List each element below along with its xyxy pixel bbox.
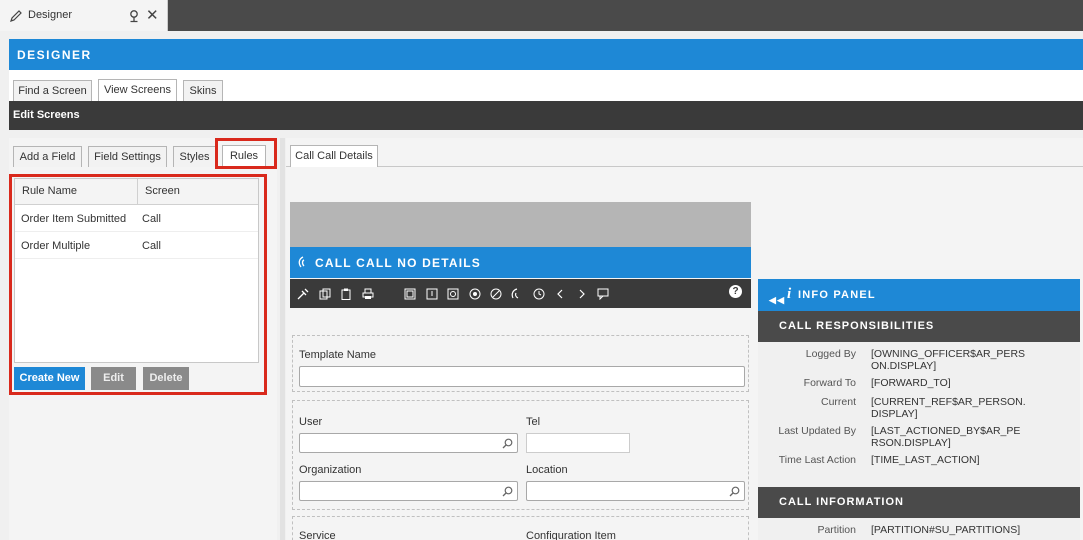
info-icon: i <box>787 286 793 302</box>
search-icon[interactable] <box>502 438 513 449</box>
call-information-header: CALL INFORMATION <box>758 487 1080 518</box>
chevron-left-icon[interactable] <box>554 288 566 300</box>
phone-forward-icon[interactable] <box>511 288 523 300</box>
organization-label: Organization <box>299 464 362 476</box>
user-field[interactable] <box>299 433 518 453</box>
tab-skins[interactable]: Skins <box>183 80 223 101</box>
rules-tab-highlight <box>215 138 277 169</box>
tab-add-a-field[interactable]: Add a Field <box>13 146 82 167</box>
main-tabs: Find a Screen View Screens Skins <box>9 70 1083 101</box>
partition-label: Partition <box>817 524 856 536</box>
help-icon[interactable]: ? <box>729 285 742 298</box>
logged-by-label: Logged By <box>805 348 856 360</box>
print-icon[interactable] <box>362 288 374 300</box>
search-icon[interactable] <box>502 486 513 497</box>
document-tab-title: Designer <box>28 9 73 21</box>
close-icon[interactable]: ✕ <box>146 6 159 24</box>
call-responsibilities-header: CALL RESPONSIBILITIES <box>758 311 1080 342</box>
tools-icon[interactable] <box>297 288 309 300</box>
service-label: Service <box>299 530 336 540</box>
call-toolbar <box>290 279 751 308</box>
document-icon[interactable] <box>404 288 416 300</box>
designer-document-tab[interactable]: Designer ✕ <box>0 0 168 31</box>
tab-field-settings[interactable]: Field Settings <box>88 146 167 167</box>
info-panel-title: INFO PANEL <box>798 289 876 301</box>
collapse-icon[interactable]: ◀◀ <box>769 295 785 306</box>
designer-title: DESIGNER <box>9 39 1083 70</box>
partition-value: [PARTITION#SU_PARTITIONS] <box>871 524 1021 536</box>
tab-call-call-details[interactable]: Call Call Details <box>290 145 378 167</box>
tel-label: Tel <box>526 416 541 428</box>
last-updated-by-value: [LAST_ACTIONED_BY$AR_PERSON.DISPLAY] <box>871 425 1021 449</box>
edit-screens-bar: Edit Screens <box>9 101 1083 130</box>
template-name-field[interactable] <box>299 366 745 387</box>
time-last-action-label: Time Last Action <box>778 454 856 466</box>
attachment-icon[interactable] <box>426 288 438 300</box>
tab-underline <box>286 166 1083 167</box>
forward-to-label: Forward To <box>803 377 856 389</box>
panel-splitter[interactable] <box>280 138 285 540</box>
link-icon[interactable] <box>490 288 502 300</box>
user-label: User <box>299 416 323 428</box>
logged-by-value: [OWNING_OFFICER$AR_PERSON.DISPLAY] <box>871 348 1026 372</box>
camera-icon[interactable] <box>447 288 459 300</box>
tab-view-screens[interactable]: View Screens <box>98 79 177 101</box>
search-icon[interactable] <box>729 486 740 497</box>
info-panel-header: ◀◀ i INFO PANEL <box>758 279 1080 311</box>
configuration-item-label: Configuration Item <box>526 530 616 540</box>
pencil-icon <box>10 10 22 22</box>
location-field[interactable] <box>526 481 745 501</box>
target-icon[interactable] <box>469 288 481 300</box>
call-panel-title: CALL CALL NO DETAILS <box>290 247 751 278</box>
template-name-label: Template Name <box>299 349 377 361</box>
screen-banner <box>290 202 751 247</box>
time-last-action-value: [TIME_LAST_ACTION] <box>871 454 980 466</box>
clock-icon[interactable] <box>533 288 545 300</box>
location-label: Location <box>526 464 568 476</box>
comment-icon[interactable] <box>597 288 609 300</box>
last-updated-by-label: Last Updated By <box>778 425 856 437</box>
tel-field[interactable] <box>526 433 630 453</box>
service-section <box>292 516 749 540</box>
organization-field[interactable] <box>299 481 518 501</box>
current-value: [CURRENT_REF$AR_PERSON.DISPLAY] <box>871 396 1026 420</box>
rules-grid-highlight <box>9 174 267 395</box>
tab-styles[interactable]: Styles <box>173 146 216 167</box>
tab-find-a-screen[interactable]: Find a Screen <box>13 80 92 101</box>
clipboard-icon[interactable] <box>340 288 352 300</box>
current-label: Current <box>820 396 856 408</box>
phone-icon <box>298 256 305 268</box>
copy-icon[interactable] <box>319 288 331 300</box>
chevron-right-icon[interactable] <box>576 288 588 300</box>
forward-to-value: [FORWARD_TO] <box>871 377 951 389</box>
pin-icon[interactable] <box>128 9 140 23</box>
